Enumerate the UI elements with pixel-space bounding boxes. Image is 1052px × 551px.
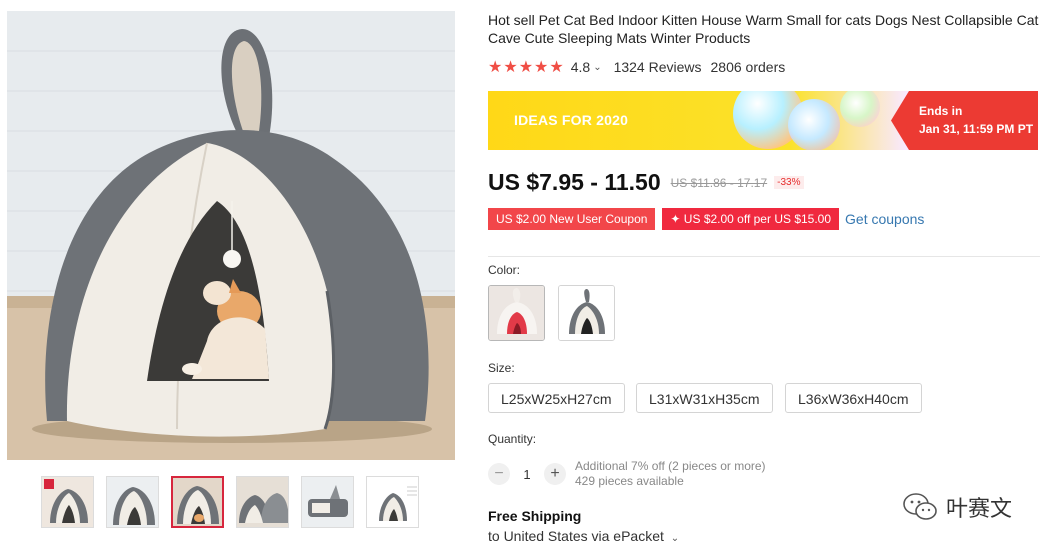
quantity-label: Quantity:: [488, 432, 537, 446]
current-price: US $7.95 - 11.50: [488, 169, 661, 195]
star-icon: ★: [518, 59, 534, 76]
size-option-large[interactable]: L36xW36xH40cm: [785, 383, 922, 413]
thumbnail-strip: [41, 476, 419, 528]
rating-row: ★ ★ ★ ★ ★ 4.8 ⌄ 1324 Reviews 2806 orders: [488, 57, 785, 77]
quantity-stepper: − 1 + Additional 7% off (2 pieces or mor…: [488, 459, 766, 489]
countdown-box: Ends in Jan 31, 11:59 PM PT: [891, 91, 1038, 150]
star-icon: ★: [549, 59, 564, 76]
increase-button[interactable]: +: [544, 463, 566, 485]
rating-value[interactable]: 4.8: [571, 59, 590, 75]
bulk-offer-text: Additional 7% off (2 pieces or more): [575, 459, 766, 473]
watermark-text: 叶赛文: [946, 496, 1013, 521]
thumbnail-2[interactable]: [106, 476, 159, 528]
star-icon: ★: [503, 59, 518, 76]
bubble-decoration: [840, 91, 880, 127]
color-label: Color:: [488, 263, 521, 277]
thumbnail-3-active[interactable]: [171, 476, 224, 528]
divider: [488, 256, 1040, 257]
promo-banner[interactable]: IDEAS FOR 2020 Ends in Jan 31, 11:59 PM …: [488, 91, 1038, 150]
size-option-medium[interactable]: L31xW31xH35cm: [636, 383, 773, 413]
product-title: Hot sell Pet Cat Bed Indoor Kitten House…: [488, 12, 1039, 46]
chevron-down-icon[interactable]: ⌄: [593, 62, 601, 73]
quantity-value[interactable]: 1: [510, 467, 544, 482]
original-price: US $11.86 - 17.17: [670, 175, 768, 190]
thumbnail-1[interactable]: [41, 476, 94, 528]
watermark: 叶赛文: [902, 491, 1012, 523]
discount-badge: -33%: [774, 176, 804, 189]
new-user-coupon[interactable]: US $2.00 New User Coupon: [488, 208, 656, 230]
main-product-image[interactable]: [7, 11, 455, 460]
ends-time: Jan 31, 11:59 PM PT: [919, 122, 1034, 136]
thumbnail-5[interactable]: [301, 476, 354, 528]
reviews-link[interactable]: 1324 Reviews: [614, 59, 702, 75]
bubble-decoration: [788, 99, 840, 150]
get-coupons-link[interactable]: Get coupons: [845, 211, 924, 227]
store-coupon[interactable]: ✦ US $2.00 off per US $15.00: [662, 208, 840, 230]
banner-label: IDEAS FOR 2020: [514, 112, 629, 128]
decrease-button[interactable]: −: [488, 463, 510, 485]
price-row: US $7.95 - 11.50 US $11.86 - 17.17 -33%: [488, 169, 804, 196]
shipping-title: Free Shipping: [488, 508, 582, 524]
chevron-down-icon[interactable]: ⌄: [671, 533, 679, 544]
wechat-icon: [903, 493, 937, 520]
quantity-info: Additional 7% off (2 pieces or more) 429…: [575, 459, 766, 489]
color-option-gray[interactable]: [558, 285, 615, 341]
size-label: Size:: [488, 361, 515, 375]
size-option-small[interactable]: L25xW25xH27cm: [488, 383, 625, 413]
stock-text: 429 pieces available: [575, 474, 684, 488]
color-option-pink[interactable]: [488, 285, 545, 341]
orders-count: 2806 orders: [710, 59, 786, 75]
star-icon: ★: [488, 59, 503, 76]
shipping-destination[interactable]: to United States via ePacket ⌄: [488, 528, 679, 544]
ends-label: Ends in: [919, 104, 963, 118]
thumbnail-6[interactable]: [366, 476, 419, 528]
star-icon: ★: [534, 59, 549, 76]
coupon-row: US $2.00 New User Coupon ✦ US $2.00 off …: [488, 208, 924, 230]
thumbnail-4[interactable]: [236, 476, 289, 528]
shipping-destination-text[interactable]: to United States via ePacket: [488, 528, 664, 544]
